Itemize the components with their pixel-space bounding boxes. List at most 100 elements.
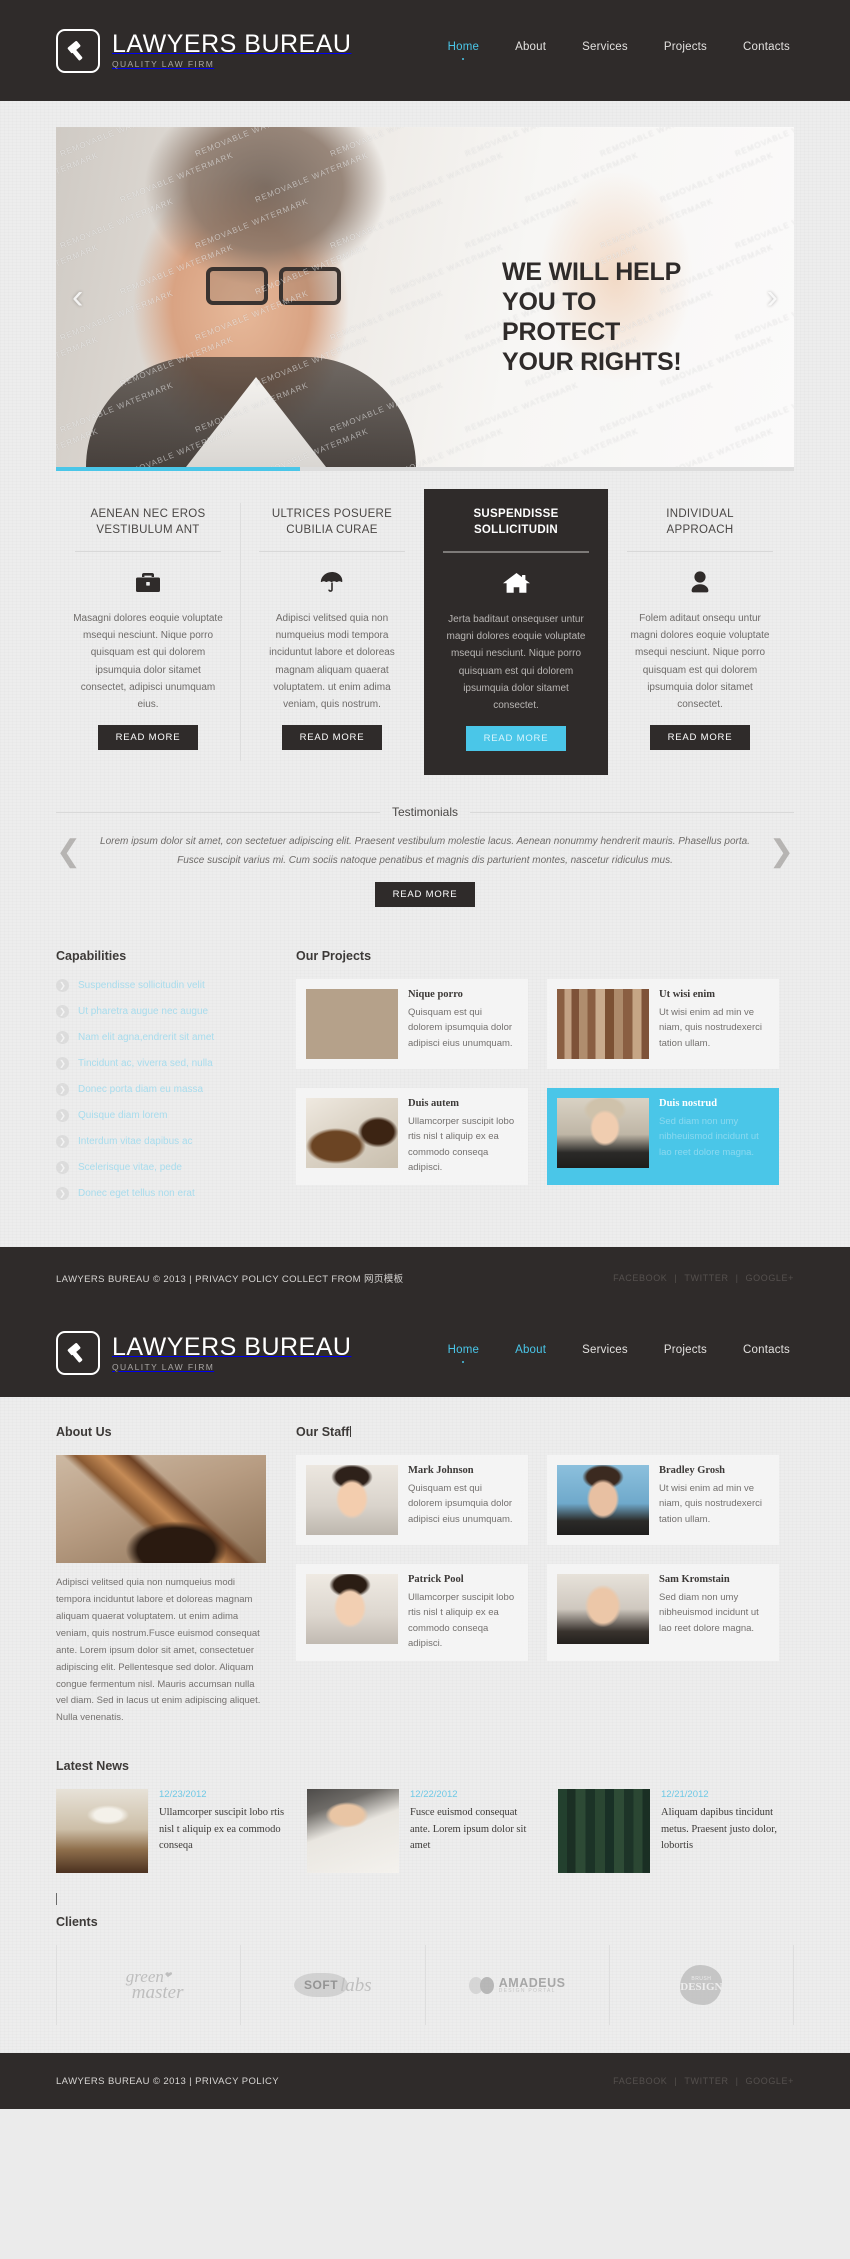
googleplus-link[interactable]: GOOGLE+ <box>746 1273 794 1283</box>
site-logo-secondary[interactable]: LAWYERS BUREAU QUALITY LAW FIRM <box>56 1331 351 1376</box>
nav-item-projects[interactable]: Projects <box>664 41 707 60</box>
heart-icon: ❤ <box>163 1970 172 1981</box>
feature-read-more-2[interactable]: READ MORE <box>281 725 383 751</box>
page-root: LAWYERS BUREAU QUALITY LAW FIRM Home Abo… <box>0 0 850 2110</box>
news-card[interactable]: 12/22/2012 Fusce euismod consequat ante.… <box>307 1789 539 1874</box>
capabilities-list: ❯ Suspendisse sollicitudin velit ❯ Ut phare… <box>56 979 266 1201</box>
chevron-right-circle-icon: ❯ <box>56 1083 69 1097</box>
nav2-item-contacts[interactable]: Contacts <box>743 1344 790 1363</box>
projects-title: Our Projects <box>296 949 372 964</box>
chevron-right-icon[interactable]: › <box>767 280 778 314</box>
text-cursor-row <box>56 1893 794 1911</box>
feature-read-more-3[interactable]: READ MORE <box>465 726 567 752</box>
nav2-item-projects[interactable]: Projects <box>664 1344 707 1363</box>
latest-news-section: Latest News 12/23/2012 Ullamcorper susci… <box>56 1753 794 1893</box>
home-icon <box>441 569 591 597</box>
project-title: Nique porro <box>408 989 463 1001</box>
staff-name: Sam Kromstain <box>659 1574 730 1586</box>
capability-item[interactable]: ❯ Nam elit agna,endrerit sit amet <box>56 1031 266 1045</box>
nav-item-about[interactable]: About <box>515 41 546 60</box>
project-title: Duis nostrud <box>659 1098 718 1110</box>
testimonials-read-more-button[interactable]: READ MORE <box>374 882 476 908</box>
staff-card[interactable]: Bradley Grosh Ut wisi enim ad min ve nia… <box>547 1455 779 1546</box>
staff-card[interactable]: Mark Johnson Quisquam est qui dolorem ip… <box>296 1455 528 1546</box>
nav2-item-home[interactable]: Home <box>448 1344 479 1363</box>
project-card-highlighted[interactable]: Duis nostrud Sed diam non umy nibheuismo… <box>547 1088 779 1185</box>
staff-card[interactable]: Sam Kromstain Sed diam non umy nibheuism… <box>547 1564 779 1661</box>
staff-text: Ullamcorper suscipit lobo rtis nisl t al… <box>408 1592 515 1649</box>
chevron-left-icon[interactable]: ‹ <box>72 280 83 314</box>
nav2-item-about[interactable]: About <box>515 1344 546 1363</box>
news-card[interactable]: 12/23/2012 Ullamcorper suscipit lobo rti… <box>56 1789 288 1874</box>
project-card[interactable]: Ut wisi enim Ut wisi enim ad min ve niam… <box>547 979 779 1070</box>
about-image <box>56 1455 266 1564</box>
nav-item-contacts[interactable]: Contacts <box>743 41 790 60</box>
chevron-right-circle-icon: ❯ <box>56 1187 69 1201</box>
staff-card[interactable]: Patrick Pool Ullamcorper suscipit lobo r… <box>296 1564 528 1661</box>
capability-label: Tincidunt ac, viverra sed, nulla <box>78 1058 213 1070</box>
capability-item[interactable]: ❯ Interdum vitae dapibus ac <box>56 1135 266 1149</box>
news-text: Fusce euismod consequat ante. Lorem ipsu… <box>410 1807 527 1851</box>
project-card[interactable]: Duis autem Ullamcorper suscipit lobo rti… <box>296 1088 528 1185</box>
news-text: Aliquam dapibus tincidunt metus. Praesen… <box>661 1807 777 1851</box>
feature-text-4: Folem aditaut onsequ untur magni dolores… <box>630 613 770 710</box>
project-card[interactable]: Nique porro Quisquam est qui dolorem ips… <box>296 979 528 1070</box>
about-text: Adipisci velitsed quia non numqueius mod… <box>56 1577 261 1724</box>
news-thumbnail <box>307 1789 399 1874</box>
main-navigation[interactable]: Home About Services Projects Contacts <box>448 41 794 60</box>
feature-title-4-line2: APPROACH <box>666 523 734 536</box>
news-card[interactable]: 12/21/2012 Aliquam dapibus tincidunt met… <box>558 1789 790 1874</box>
feature-card-1: AENEAN NEC EROS VESTIBULUM ANT Masagni d… <box>56 489 240 775</box>
feature-title-4: INDIVIDUAL APPROACH <box>625 507 775 539</box>
staff-text: Ut wisi enim ad min ve niam, quis nostru… <box>659 1483 762 1525</box>
staff-grid: Mark Johnson Quisquam est qui dolorem ip… <box>296 1455 794 1661</box>
client-logo-soft-labs[interactable]: SOFT labs <box>241 1945 426 2026</box>
about-column: About Us Adipisci velitsed quia non numq… <box>56 1425 266 1727</box>
chevron-left-icon[interactable]: ❮ <box>56 836 81 867</box>
capability-item[interactable]: ❯ Donec eget tellus non erat <box>56 1187 266 1201</box>
client-logo-green-master[interactable]: green❤ master <box>57 1945 242 2026</box>
nav-item-services[interactable]: Services <box>582 41 628 60</box>
feature-title-2: ULTRICES POSUERE CUBILIA CURAE <box>257 507 407 539</box>
googleplus-link[interactable]: GOOGLE+ <box>746 2076 794 2086</box>
client-logo-amadeus[interactable]: AMADEUS DESIGN PORTAL <box>426 1945 610 2026</box>
project-thumbnail <box>306 989 398 1060</box>
chevron-right-circle-icon: ❯ <box>56 1161 69 1175</box>
client-logo-brush-design[interactable]: BRUSH DESIGN <box>610 1945 794 2026</box>
hero-caption: WE WILL HELP YOU TO PROTECT YOUR RIGHTS! <box>502 257 752 377</box>
clients-section: Clients green❤ master SOFT labs AMADEUS … <box>56 1911 794 2053</box>
chevron-right-icon[interactable]: ❯ <box>769 836 794 867</box>
capability-item[interactable]: ❯ Donec porta diam eu massa <box>56 1083 266 1097</box>
capability-item[interactable]: ❯ Suspendisse sollicitudin velit <box>56 979 266 993</box>
footer-socials[interactable]: FACEBOOK | TWITTER | GOOGLE+ <box>613 2076 794 2086</box>
twitter-link[interactable]: TWITTER <box>684 2076 728 2086</box>
feature-title-3-line2: SOLLICITUDIN <box>473 523 559 536</box>
site-logo[interactable]: LAWYERS BUREAU QUALITY LAW FIRM <box>56 28 351 73</box>
feature-read-more-4[interactable]: READ MORE <box>649 725 751 751</box>
feature-read-more-1[interactable]: READ MORE <box>97 725 199 751</box>
client-word-2: labs <box>340 1974 372 1996</box>
secondary-header: LAWYERS BUREAU QUALITY LAW FIRM Home Abo… <box>0 1309 850 1398</box>
mid-footer-socials[interactable]: FACEBOOK | TWITTER | GOOGLE+ <box>613 1273 794 1283</box>
staff-photo <box>306 1465 398 1536</box>
project-title: Duis autem <box>408 1098 460 1110</box>
capability-item[interactable]: ❯ Scelerisque vitae, pede <box>56 1161 266 1175</box>
project-text: Quisquam est qui dolorem ipsumquia dolor… <box>408 1007 513 1049</box>
briefcase-icon <box>73 568 223 596</box>
twitter-link[interactable]: TWITTER <box>684 1273 728 1283</box>
capability-item[interactable]: ❯ Quisque diam lorem <box>56 1109 266 1123</box>
project-title: Ut wisi enim <box>659 989 715 1001</box>
footer-copyright: LAWYERS BUREAU © 2013 | PRIVACY POLICY <box>56 2075 280 2087</box>
nav-item-home[interactable]: Home <box>448 41 479 60</box>
nav2-item-services[interactable]: Services <box>582 1344 628 1363</box>
facebook-link[interactable]: FACEBOOK <box>613 1273 667 1283</box>
site-footer: LAWYERS BUREAU © 2013 | PRIVACY POLICY F… <box>0 2053 850 2110</box>
feature-text-1: Masagni dolores eoquie voluptate msequi … <box>73 613 223 710</box>
capability-item[interactable]: ❯ Ut pharetra augue nec augue <box>56 1005 266 1019</box>
capability-label: Donec porta diam eu massa <box>78 1084 204 1096</box>
capability-item[interactable]: ❯ Tincidunt ac, viverra sed, nulla <box>56 1057 266 1071</box>
secondary-navigation[interactable]: Home About Services Projects Contacts <box>448 1344 794 1363</box>
hero-slider[interactable]: REMOVABLE WATERMARKREMOVABLE WATERMARKRE… <box>56 127 794 467</box>
facebook-link[interactable]: FACEBOOK <box>613 2076 667 2086</box>
separator: | <box>735 2076 739 2087</box>
